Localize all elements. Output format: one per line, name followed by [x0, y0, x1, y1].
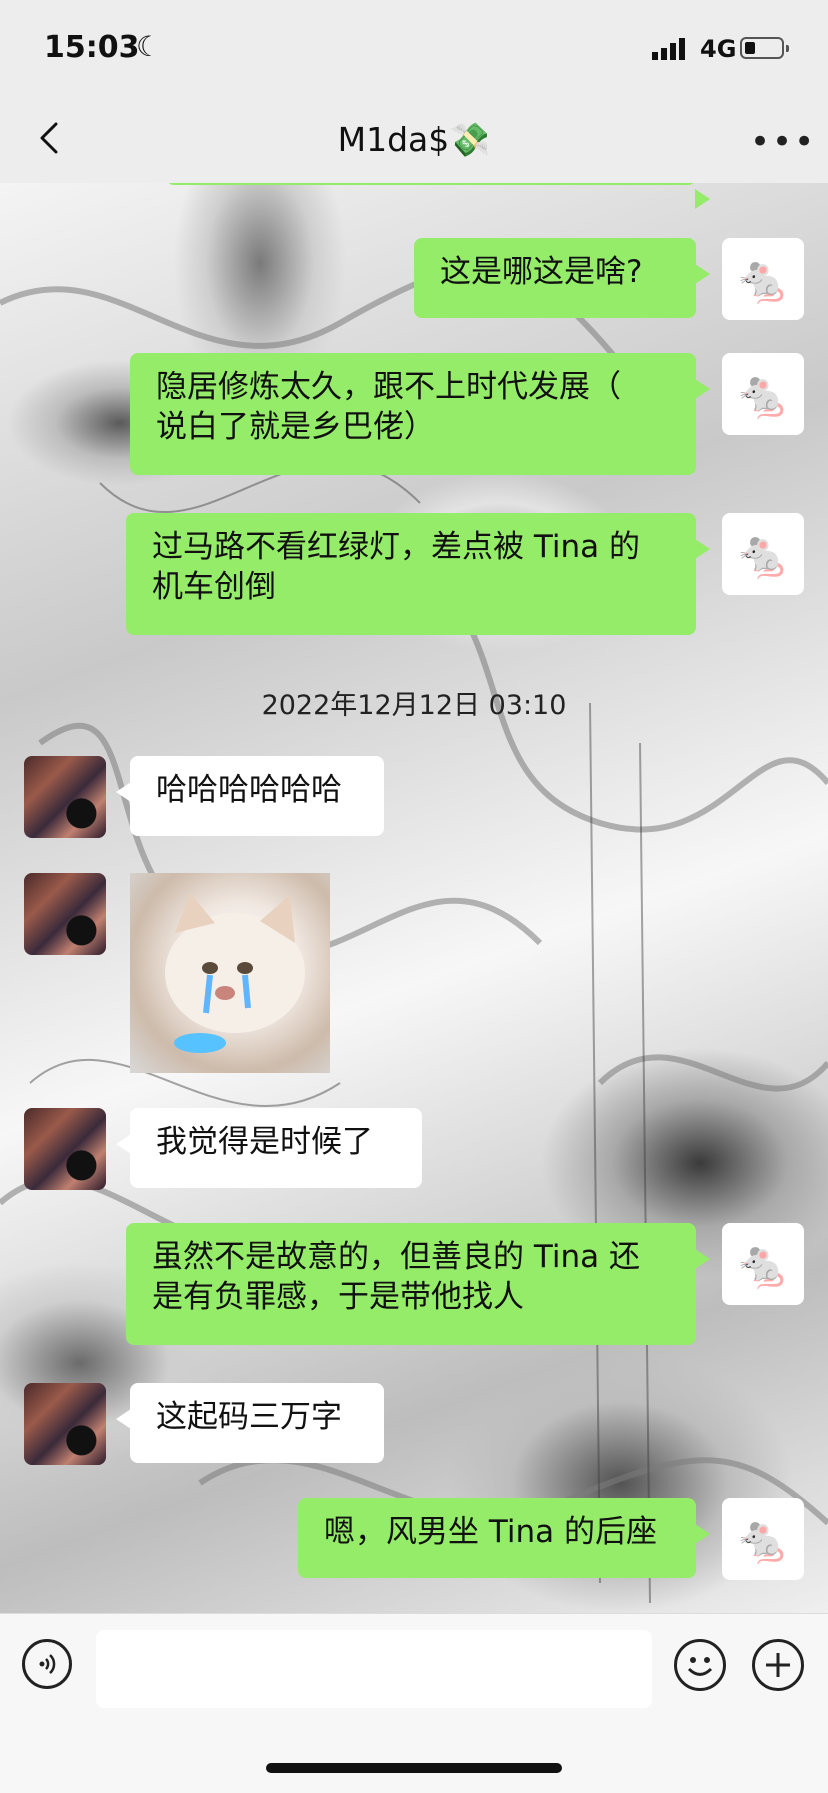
contact-avatar[interactable]: [24, 1108, 106, 1190]
message-text: 过马路不看红绿灯，差点被 Tina 的: [152, 529, 640, 565]
contact-avatar[interactable]: [24, 873, 106, 955]
message-text: 这是哪这是啥?: [440, 254, 643, 290]
chat-header: M1da$💸 •••: [0, 100, 828, 184]
message-text: 嗯，风男坐 Tina 的后座: [324, 1514, 657, 1550]
message-bubble[interactable]: 嗯，风男坐 Tina 的后座: [298, 1498, 710, 1578]
my-avatar[interactable]: 🐁: [722, 1223, 804, 1305]
my-avatar[interactable]: 🐁: [722, 353, 804, 435]
message-list[interactable]: 🐁 这是哪这是啥? 🐁 隐居修炼太久，跟不上时代发展（ 说白了就是乡巴佬） 🐁 …: [0, 183, 828, 1613]
status-bar: 15:03 ☾ 4G: [0, 0, 828, 100]
emoji-icon[interactable]: [674, 1639, 726, 1691]
message-bubble[interactable]: 隐居修炼太久，跟不上时代发展（ 说白了就是乡巴佬）: [130, 353, 710, 475]
message-bubble[interactable]: 这起码三万字: [116, 1383, 384, 1463]
message-bubble-partial[interactable]: [166, 183, 710, 209]
message-bubble[interactable]: 虽然不是故意的，但善良的 Tina 还 是有负罪感，于是带他找人: [126, 1223, 710, 1345]
message-text: 我觉得是时候了: [156, 1124, 373, 1160]
contact-avatar[interactable]: [24, 1383, 106, 1465]
more-options-icon[interactable]: •••: [750, 122, 816, 162]
message-text: 机车创倒: [152, 569, 276, 605]
my-avatar[interactable]: 🐁: [722, 238, 804, 320]
signal-icon: [652, 38, 685, 60]
my-avatar[interactable]: 🐁: [722, 513, 804, 595]
message-bubble[interactable]: 我觉得是时候了: [116, 1108, 422, 1188]
crying-cat-sticker[interactable]: [130, 873, 330, 1073]
battery-icon: [740, 37, 789, 59]
message-input[interactable]: [96, 1630, 652, 1708]
message-text: 是有负罪感，于是带他找人: [152, 1279, 524, 1315]
message-text: 隐居修炼太久，跟不上时代发展（: [156, 369, 621, 405]
message-text: 虽然不是故意的，但善良的 Tina 还: [152, 1239, 640, 1275]
home-indicator[interactable]: [266, 1763, 562, 1773]
message-text: 哈哈哈哈哈哈: [156, 772, 342, 808]
timestamp: 2022年12月12日 03:10: [261, 690, 567, 721]
chat-title: M1da$💸: [337, 120, 491, 159]
message-bubble[interactable]: 哈哈哈哈哈哈: [116, 756, 384, 836]
contact-avatar[interactable]: [24, 756, 106, 838]
message-bubble[interactable]: 这是哪这是啥?: [414, 238, 710, 318]
message-text: 这起码三万字: [156, 1399, 342, 1435]
message-bubble[interactable]: 过马路不看红绿灯，差点被 Tina 的 机车创倒: [126, 513, 710, 635]
plus-icon[interactable]: [752, 1639, 804, 1691]
message-text: 说白了就是乡巴佬）: [156, 409, 435, 445]
voice-input-icon[interactable]: [22, 1639, 72, 1689]
status-time: 15:03: [44, 30, 140, 65]
my-avatar[interactable]: 🐁: [722, 1498, 804, 1580]
moon-icon: ☾: [136, 30, 162, 63]
network-label: 4G: [700, 35, 737, 63]
